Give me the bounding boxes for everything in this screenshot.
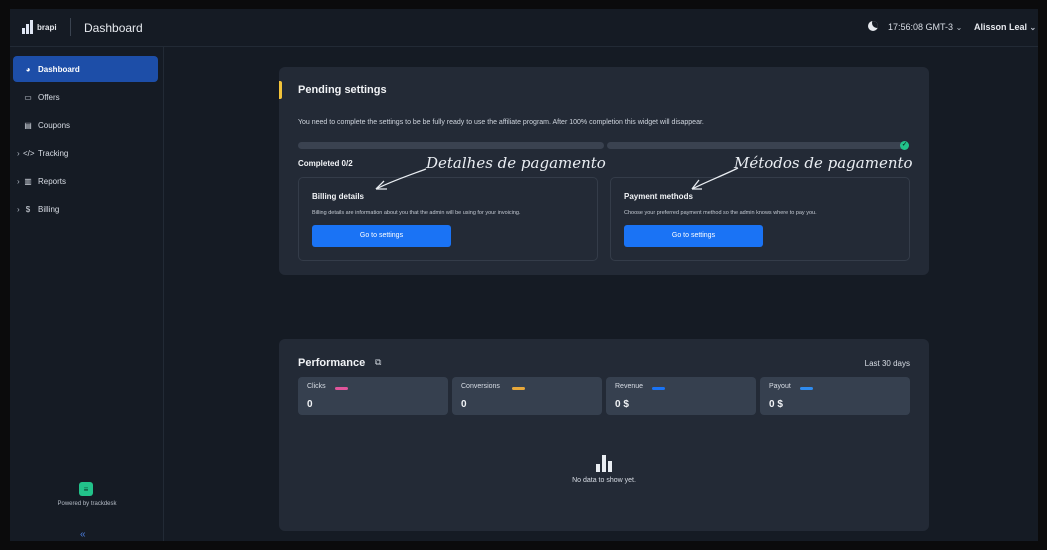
payment-methods-description: Choose your preferred payment method so … (624, 210, 817, 216)
topbar: brapi Dashboard 17:56:08 GMT-3 ⌄ Alisson… (10, 9, 1038, 47)
check-icon: ✓ (900, 141, 909, 150)
metric-conversions: Conversions 0 (452, 377, 602, 415)
external-link-icon[interactable]: ⧉ (375, 357, 381, 368)
sidebar-item-tracking[interactable]: › </> Tracking (13, 140, 158, 166)
code-icon: </> (23, 148, 35, 158)
sidebar-item-reports[interactable]: › ▥ Reports (13, 168, 158, 194)
chevron-down-icon: ⌄ (1029, 23, 1037, 32)
date-range[interactable]: Last 30 days (865, 359, 910, 368)
billing-details-box: Billing details Billing details are info… (298, 177, 598, 261)
logo[interactable]: brapi (22, 20, 57, 34)
metric-revenue: Revenue 0 $ (606, 377, 756, 415)
pie-chart-icon: ◕ (25, 64, 31, 74)
bar-chart-icon (596, 455, 612, 472)
metric-value: 0 $ (769, 399, 783, 410)
performance-card: Performance ⧉ Last 30 days Clicks 0 Conv… (279, 339, 929, 531)
sidebar-item-label: Dashboard (38, 64, 80, 74)
chevron-right-icon: › (17, 176, 20, 186)
payment-go-to-settings-button[interactable]: Go to settings (624, 225, 763, 247)
powered-by-text[interactable]: Powered by trackdesk (10, 501, 164, 507)
offer-card-icon: ▭ (24, 92, 32, 102)
payment-methods-title: Payment methods (624, 192, 693, 201)
billing-details-description: Billing details are information about yo… (312, 210, 521, 216)
sidebar-item-label: Offers (38, 92, 60, 102)
series-color-swatch (512, 387, 525, 390)
chevron-down-icon: ⌄ (955, 23, 963, 32)
collapse-sidebar-icon[interactable]: « (80, 529, 86, 540)
series-color-swatch (652, 387, 665, 390)
metric-clicks: Clicks 0 (298, 377, 448, 415)
user-menu[interactable]: Alisson Leal ⌄ (974, 22, 1036, 32)
sidebar-item-label: Tracking (38, 148, 69, 158)
trackdesk-logo-icon: ≡ (79, 482, 93, 496)
reports-icon: ▥ (24, 176, 32, 186)
sidebar-item-label: Billing (38, 204, 60, 214)
metric-value: 0 $ (615, 399, 629, 410)
annotation-billing: Detalhes de pagamento (426, 154, 606, 172)
completed-count: Completed 0/2 (298, 159, 353, 168)
metric-value: 0 (461, 399, 467, 410)
sidebar-item-label: Coupons (38, 120, 71, 130)
billing-go-to-settings-button[interactable]: Go to settings (312, 225, 451, 247)
app-window: brapi Dashboard 17:56:08 GMT-3 ⌄ Alisson… (10, 9, 1038, 541)
sidebar-item-dashboard[interactable]: ◕ Dashboard (13, 56, 158, 82)
chevron-right-icon: › (17, 204, 20, 214)
coupon-icon: ▤ (24, 120, 32, 130)
card-accent-bar (279, 81, 282, 99)
sidebar-item-offers[interactable]: ▭ Offers (13, 84, 158, 110)
billing-details-title: Billing details (312, 192, 365, 201)
pending-settings-description: You need to complete the settings to be … (298, 119, 704, 126)
annotation-arrow-icon (691, 167, 739, 190)
sidebar: ◕ Dashboard ▭ Offers ▤ Coupons › </> Tra… (10, 47, 164, 541)
moon-icon[interactable] (868, 21, 878, 31)
user-name: Alisson Leal (974, 22, 1028, 32)
sidebar-item-coupons[interactable]: ▤ Coupons (13, 112, 158, 138)
pending-settings-title: Pending settings (298, 84, 387, 96)
metric-label: Conversions (461, 383, 500, 390)
clock-time: 17:56:08 GMT-3 (888, 22, 954, 32)
chevron-right-icon: › (17, 148, 20, 158)
clock-dropdown[interactable]: 17:56:08 GMT-3 ⌄ (888, 22, 962, 32)
header-divider (70, 18, 71, 36)
logo-bars-icon (22, 20, 33, 34)
payment-methods-box: Payment methods Choose your preferred pa… (610, 177, 910, 261)
metric-label: Revenue (615, 383, 644, 390)
metric-label: Clicks (307, 383, 326, 390)
dollar-icon: $ (25, 204, 31, 214)
metric-label: Payout (769, 383, 791, 390)
performance-title: Performance (298, 357, 366, 369)
sidebar-item-label: Reports (38, 176, 67, 186)
series-color-swatch (800, 387, 813, 390)
annotation-arrow-icon (375, 168, 427, 190)
progress-step-2 (607, 142, 907, 149)
sidebar-item-billing[interactable]: › $ Billing (13, 196, 158, 222)
metric-payout: Payout 0 $ (760, 377, 910, 415)
annotation-payment: Métodos de pagamento (734, 154, 913, 172)
logo-text: brapi (37, 22, 57, 32)
progress-step-1 (298, 142, 604, 149)
series-color-swatch (335, 387, 348, 390)
metric-value: 0 (307, 399, 313, 410)
page-title: Dashboard (84, 21, 143, 35)
empty-state-text: No data to show yet. (572, 477, 636, 484)
